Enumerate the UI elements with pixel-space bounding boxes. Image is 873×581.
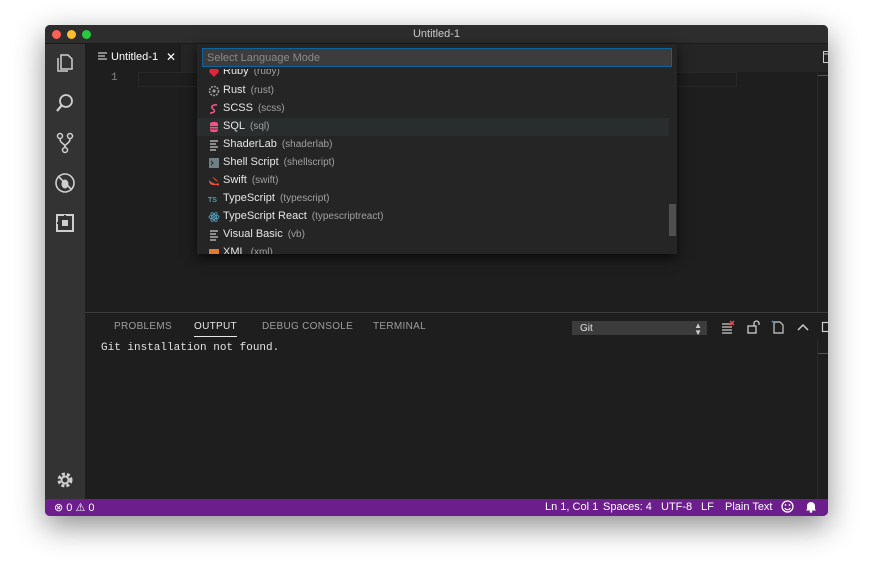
ruby-icon bbox=[209, 69, 219, 77]
open-log-file-icon[interactable] bbox=[771, 320, 785, 334]
bottom-panel: PROBLEMS OUTPUT DEBUG CONSOLE TERMINAL G… bbox=[85, 312, 828, 500]
tab-terminal[interactable]: TERMINAL bbox=[373, 321, 426, 332]
explorer-icon[interactable] bbox=[54, 52, 76, 74]
language-mode-input[interactable] bbox=[202, 48, 672, 67]
smiley-feedback-icon[interactable] bbox=[781, 500, 794, 516]
output-channel-value: Git bbox=[580, 323, 593, 334]
extensions-icon[interactable] bbox=[54, 212, 76, 234]
file-lines-icon bbox=[210, 230, 218, 241]
item-label: TypeScript React bbox=[223, 210, 307, 222]
toggle-panel-position-icon[interactable] bbox=[821, 320, 828, 334]
list-item-typescript-react[interactable]: TypeScript React (typescriptreact) bbox=[197, 208, 669, 226]
clear-output-icon[interactable] bbox=[721, 320, 735, 334]
item-label: Swift bbox=[223, 174, 247, 186]
list-item-sql[interactable]: SQL (sql) bbox=[197, 118, 669, 136]
react-icon bbox=[208, 212, 220, 222]
tab-output[interactable]: OUTPUT bbox=[194, 321, 237, 337]
gear-icon[interactable] bbox=[55, 470, 75, 490]
debug-icon[interactable] bbox=[54, 172, 76, 194]
lock-scroll-icon[interactable] bbox=[746, 320, 760, 334]
bell-icon[interactable] bbox=[805, 500, 817, 516]
swift-icon bbox=[209, 177, 219, 186]
item-id: (rust) bbox=[250, 85, 274, 96]
language-mode-status[interactable]: Plain Text bbox=[725, 501, 773, 513]
indentation-status[interactable]: Spaces: 4 bbox=[603, 501, 652, 513]
problems-status[interactable]: ⊗ 0 ⚠ 0 bbox=[54, 501, 95, 514]
item-id: (swift) bbox=[251, 175, 279, 186]
error-count: 0 bbox=[66, 502, 73, 514]
list-item-ruby[interactable]: Ruby (ruby) bbox=[197, 69, 669, 81]
item-id: (shellscript) bbox=[283, 157, 335, 168]
language-list: Ruby (ruby) Rust (rust) SCSS (scss) SQL (sql… bbox=[197, 69, 677, 254]
item-id: (shaderlab) bbox=[281, 139, 333, 150]
warning-count: 0 bbox=[88, 502, 95, 514]
list-item-typescript[interactable]: TS TypeScript (typescript) bbox=[197, 190, 669, 208]
item-label: Ruby bbox=[223, 69, 249, 77]
item-id: (sql) bbox=[250, 121, 270, 132]
item-id: (scss) bbox=[257, 103, 285, 114]
rust-icon bbox=[208, 85, 220, 97]
tab-problems[interactable]: PROBLEMS bbox=[114, 321, 172, 332]
item-label: SQL bbox=[223, 120, 246, 132]
file-lines-icon bbox=[210, 140, 218, 151]
source-control-icon[interactable] bbox=[54, 132, 76, 154]
item-label: ShaderLab bbox=[223, 138, 277, 150]
item-id: (typescriptreact) bbox=[311, 211, 384, 222]
list-scrollbar[interactable] bbox=[669, 204, 676, 236]
title-bar: Untitled-1 bbox=[45, 25, 828, 44]
tab-untitled-1[interactable]: Untitled-1 ✕ bbox=[85, 44, 181, 72]
select-arrows-icon: ▲ ▼ bbox=[694, 321, 702, 337]
list-item-swift[interactable]: Swift (swift) bbox=[197, 172, 669, 190]
overview-ruler bbox=[817, 72, 828, 312]
list-item-xml[interactable]: XML (xml) bbox=[197, 244, 669, 254]
output-text: Git installation not found. bbox=[101, 342, 280, 354]
scss-icon bbox=[209, 104, 218, 114]
status-bar: ⊗ 0 ⚠ 0 Ln 1, Col 1 Spaces: 4 UTF-8 LF P… bbox=[45, 499, 828, 516]
svg-text:TS: TS bbox=[208, 197, 217, 204]
typescript-icon: TS bbox=[208, 197, 217, 204]
terminal-icon bbox=[209, 158, 219, 168]
tab-label: Untitled-1 bbox=[111, 51, 159, 63]
item-label: XML bbox=[223, 246, 246, 254]
list-item-visual-basic[interactable]: Visual Basic (vb) bbox=[197, 226, 669, 244]
language-mode-quick-pick: Ruby (ruby) Rust (rust) SCSS (scss) SQL (sql… bbox=[197, 44, 677, 254]
item-label: Shell Script bbox=[223, 156, 279, 168]
warning-icon: ⚠ bbox=[75, 502, 86, 514]
item-id: (typescript) bbox=[279, 193, 330, 204]
panel-overview-ruler bbox=[817, 338, 828, 498]
tab-debug-console[interactable]: DEBUG CONSOLE bbox=[262, 321, 353, 332]
error-icon: ⊗ bbox=[54, 502, 64, 514]
item-label: Rust bbox=[223, 84, 246, 96]
close-icon[interactable]: ✕ bbox=[166, 50, 176, 64]
list-item-rust[interactable]: Rust (rust) bbox=[197, 82, 669, 100]
list-item-scss[interactable]: SCSS (scss) bbox=[197, 100, 669, 118]
list-item-shell-script[interactable]: Shell Script (shellscript) bbox=[197, 154, 669, 172]
item-label: TypeScript bbox=[223, 192, 275, 204]
activity-bar bbox=[45, 44, 85, 499]
xml-icon bbox=[209, 249, 219, 254]
cursor-position[interactable]: Ln 1, Col 1 bbox=[545, 501, 598, 513]
item-id: (ruby) bbox=[253, 69, 280, 77]
line-number: 1 bbox=[111, 72, 118, 84]
file-lines-icon bbox=[98, 52, 107, 60]
split-editor-icon[interactable] bbox=[823, 51, 828, 63]
search-icon[interactable] bbox=[54, 92, 76, 114]
output-channel-select[interactable]: Git ▲ ▼ bbox=[572, 321, 707, 337]
item-id: (vb) bbox=[287, 229, 305, 240]
window-title: Untitled-1 bbox=[412, 28, 461, 40]
encoding-status[interactable]: UTF-8 bbox=[661, 501, 692, 513]
eol-status[interactable]: LF bbox=[701, 501, 714, 513]
sql-icon bbox=[210, 121, 218, 133]
item-id: (xml) bbox=[250, 247, 273, 254]
item-label: SCSS bbox=[223, 102, 253, 114]
chevron-up-icon[interactable] bbox=[796, 320, 810, 334]
item-label: Visual Basic bbox=[223, 228, 283, 240]
list-item-shaderlab[interactable]: ShaderLab (shaderlab) bbox=[197, 136, 669, 154]
